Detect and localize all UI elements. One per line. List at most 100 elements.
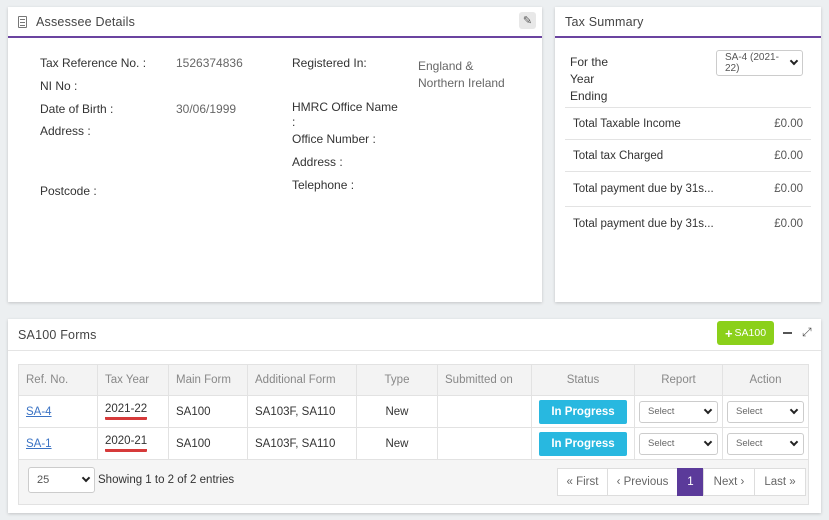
- report-cell: Select: [634, 427, 723, 460]
- col-ref[interactable]: Ref. No.: [18, 364, 98, 396]
- action-select-value: Select: [736, 406, 763, 417]
- ni-label: NI No :: [40, 79, 78, 93]
- year-select[interactable]: SA-4 (2021-22): [716, 50, 803, 76]
- tax-summary-title: Tax Summary: [565, 14, 644, 29]
- dob-value: 30/06/1999: [176, 102, 237, 116]
- action-select[interactable]: Select: [727, 432, 804, 455]
- year-ending-label: For the Year Ending: [570, 55, 609, 103]
- summary-amount: £0.00: [774, 117, 803, 130]
- chevron-down-icon: [789, 405, 799, 414]
- tax-summary-header: Tax Summary: [555, 7, 821, 38]
- summary-row: Total payment due by 31s... £0.00: [565, 206, 811, 240]
- type-cell: New: [356, 395, 438, 428]
- registered-in-label: Registered In:: [292, 56, 367, 70]
- col-action[interactable]: Action: [722, 364, 809, 396]
- col-main-form[interactable]: Main Form: [168, 364, 248, 396]
- report-select[interactable]: Select: [639, 432, 718, 455]
- tax-year-value: 2021-22: [105, 403, 148, 420]
- col-report[interactable]: Report: [634, 364, 723, 396]
- summary-row: Total payment due by 31s... £0.00: [565, 171, 811, 206]
- col-type[interactable]: Type: [356, 364, 438, 396]
- col-tax-year[interactable]: Tax Year: [97, 364, 169, 396]
- col-additional-form[interactable]: Additional Form: [247, 364, 357, 396]
- status-button[interactable]: In Progress: [539, 399, 627, 424]
- report-select-value: Select: [648, 406, 675, 417]
- submitted-cell: [437, 395, 532, 428]
- forms-header: SA100 Forms: [8, 319, 821, 351]
- summary-row: Total Taxable Income £0.00: [565, 107, 811, 139]
- office-number-label: Office Number :: [292, 132, 376, 146]
- type-cell: New: [356, 427, 438, 460]
- assessee-title: Assessee Details: [36, 14, 136, 29]
- table-header-row: Ref. No. Tax Year Main Form Additional F…: [18, 364, 809, 396]
- ref-link[interactable]: SA-1: [26, 438, 52, 450]
- summary-label: Total payment due by 31s...: [573, 183, 714, 195]
- chevron-down-icon: [81, 473, 91, 483]
- assessee-header: Assessee Details ✎: [8, 7, 542, 38]
- tax-ref-label: Tax Reference No. :: [40, 56, 147, 70]
- report-select-value: Select: [648, 438, 675, 449]
- sa100-forms-panel: SA100 Forms + SA100 ⤢ Ref. No. Tax Year …: [8, 319, 821, 513]
- add-sa100-button[interactable]: + SA100: [717, 321, 774, 345]
- chevron-down-icon: [789, 437, 799, 446]
- edit-icon[interactable]: ✎: [519, 12, 536, 29]
- address-label-right: Address :: [292, 155, 343, 169]
- status-cell: In Progress: [531, 427, 635, 460]
- table-row: SA-1 2020-21 SA100 SA103F, SA110 New In …: [18, 427, 809, 460]
- tax-summary-panel: Tax Summary For the Year Ending SA-4 (20…: [555, 7, 821, 302]
- submitted-cell: [437, 427, 532, 460]
- dob-label: Date of Birth :: [40, 102, 114, 116]
- postcode-label: Postcode :: [40, 184, 97, 198]
- summary-amount: £0.00: [774, 149, 803, 162]
- hmrc-office-label: HMRC Office Name :: [292, 100, 398, 129]
- tax-year-cell: 2021-22: [97, 395, 169, 428]
- status-button[interactable]: In Progress: [539, 431, 627, 456]
- action-cell: Select: [722, 395, 809, 428]
- table-row: SA-4 2021-22 SA100 SA103F, SA110 New In …: [18, 395, 809, 428]
- minimize-icon[interactable]: [783, 332, 792, 334]
- page-next-button[interactable]: Next ›: [703, 468, 755, 496]
- page-size-value: 25: [37, 474, 50, 486]
- col-submitted[interactable]: Submitted on: [437, 364, 532, 396]
- ref-link[interactable]: SA-4: [26, 406, 52, 418]
- page-1-button[interactable]: 1: [677, 468, 704, 496]
- document-icon: [18, 15, 27, 28]
- add-sa100-label: SA100: [734, 327, 767, 339]
- additional-form-cell: SA103F, SA110: [247, 395, 357, 428]
- summary-amount: £0.00: [774, 217, 803, 230]
- summary-label: Total Taxable Income: [573, 117, 681, 130]
- chevron-down-icon: [703, 405, 713, 414]
- ref-cell: SA-4: [18, 395, 98, 428]
- plus-icon: +: [724, 325, 733, 341]
- assessee-details-panel: Assessee Details ✎ Tax Reference No. : 1…: [8, 7, 542, 302]
- tax-ref-value: 1526374836: [176, 56, 243, 70]
- action-select-value: Select: [736, 438, 763, 449]
- page-size-select[interactable]: 25: [28, 467, 95, 493]
- address-label-left: Address :: [40, 124, 91, 138]
- tax-year-cell: 2020-21: [97, 427, 169, 460]
- report-cell: Select: [634, 395, 723, 428]
- report-select[interactable]: Select: [639, 400, 718, 423]
- entries-info: Showing 1 to 2 of 2 entries: [98, 474, 235, 486]
- additional-form-cell: SA103F, SA110: [247, 427, 357, 460]
- forms-title: SA100 Forms: [18, 327, 97, 342]
- status-cell: In Progress: [531, 395, 635, 428]
- tax-year-value: 2020-21: [105, 435, 148, 452]
- year-select-value: SA-4 (2021-22): [725, 52, 779, 74]
- summary-label: Total tax Charged: [573, 149, 664, 162]
- chevron-down-icon: [703, 437, 713, 446]
- page-first-button[interactable]: « First: [557, 468, 608, 496]
- expand-icon[interactable]: ⤢: [802, 325, 812, 340]
- pagination: « First ‹ Previous 1 Next › Last »: [557, 468, 806, 496]
- summary-row: Total tax Charged £0.00: [565, 139, 811, 171]
- page-last-button[interactable]: Last »: [754, 468, 806, 496]
- telephone-label: Telephone :: [292, 178, 355, 192]
- ref-cell: SA-1: [18, 427, 98, 460]
- summary-label: Total payment due by 31s...: [573, 217, 714, 230]
- page-previous-button[interactable]: ‹ Previous: [607, 468, 678, 496]
- summary-amount: £0.00: [774, 183, 803, 195]
- sa100-table: Ref. No. Tax Year Main Form Additional F…: [18, 364, 809, 460]
- main-form-cell: SA100: [168, 395, 248, 428]
- col-status[interactable]: Status: [531, 364, 635, 396]
- action-select[interactable]: Select: [727, 400, 804, 423]
